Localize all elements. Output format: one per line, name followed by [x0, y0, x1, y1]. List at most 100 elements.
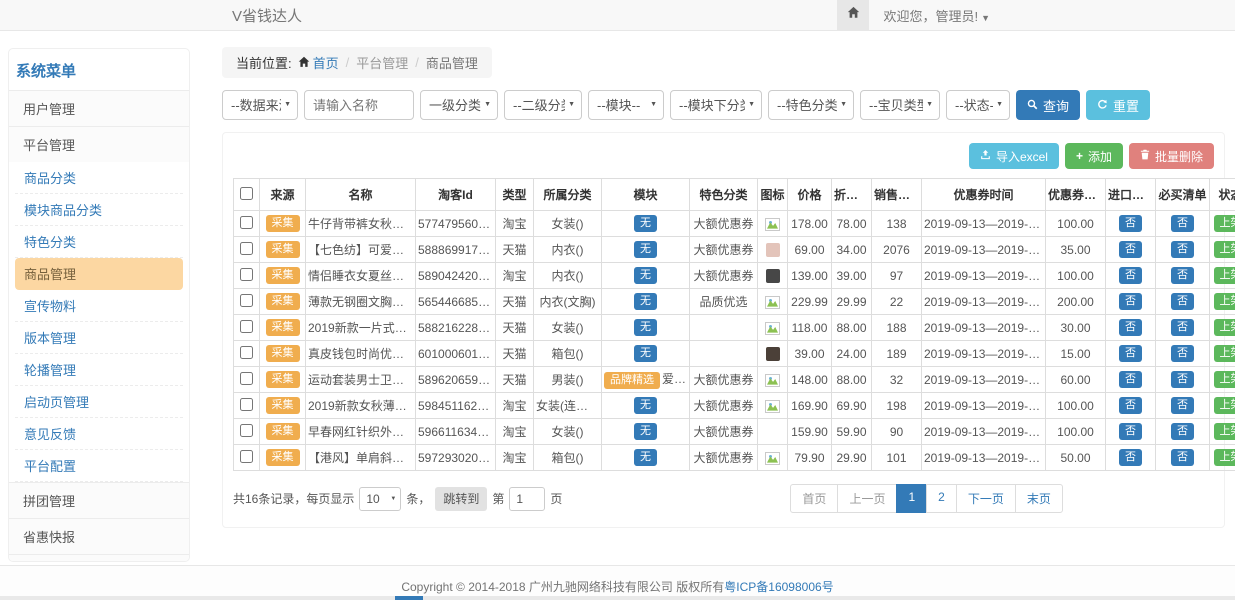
filter-data-source-select[interactable]: --数据来源-- [222, 90, 298, 120]
horizontal-scrollbar-thumb[interactable] [395, 596, 423, 600]
must-buy-badge[interactable]: 否 [1171, 423, 1194, 440]
imported-badge[interactable]: 否 [1119, 319, 1142, 336]
status-badge[interactable]: 上架 [1214, 423, 1235, 440]
filter-item-type-select[interactable]: --宝贝类型-- [860, 90, 940, 120]
reset-button[interactable]: 重置 [1086, 90, 1150, 120]
discount-price: 34.00 [832, 237, 872, 263]
broken-image-icon [765, 400, 780, 413]
imported-badge[interactable]: 否 [1119, 293, 1142, 310]
breadcrumb-home-link[interactable]: 首页 [313, 53, 339, 72]
select-all-checkbox[interactable] [240, 187, 253, 200]
must-buy-badge[interactable]: 否 [1171, 293, 1194, 310]
must-buy-badge[interactable]: 否 [1171, 345, 1194, 362]
page-number-input[interactable] [509, 487, 545, 511]
imported-badge[interactable]: 否 [1119, 371, 1142, 388]
category: 箱包() [534, 445, 602, 471]
col-type: 类型 [496, 179, 534, 211]
table-row: 采集【港风】单肩斜跨链条...597293020870淘宝箱包()无大额优惠券7… [234, 445, 1235, 471]
filter-status-select[interactable]: --状态-- [946, 90, 1010, 120]
horizontal-scrollbar[interactable] [0, 596, 1235, 600]
import-excel-button[interactable]: 导入excel [969, 143, 1059, 169]
row-checkbox[interactable] [240, 372, 253, 385]
sidebar-item-splash-management[interactable]: 启动页管理 [15, 386, 183, 418]
sidebar-item-group-buy-management[interactable]: 拼团管理 [9, 482, 189, 518]
imported-badge[interactable]: 否 [1119, 267, 1142, 284]
broken-image-icon [765, 218, 780, 231]
batch-delete-button[interactable]: 批量删除 [1129, 143, 1214, 169]
table-row: 采集运动套装男士卫衣初秋...589620659791天猫男装()品牌精选爱上运… [234, 367, 1235, 393]
must-buy-badge[interactable]: 否 [1171, 319, 1194, 336]
imported-badge[interactable]: 否 [1119, 449, 1142, 466]
row-checkbox[interactable] [240, 450, 253, 463]
sidebar-item-platform-config[interactable]: 平台配置 [15, 450, 183, 482]
status-badge[interactable]: 上架 [1214, 319, 1235, 336]
filter-module-select[interactable]: --模块-- [588, 90, 664, 120]
sidebar-item-platform-management[interactable]: 平台管理 [9, 126, 189, 162]
must-buy-badge[interactable]: 否 [1171, 215, 1194, 232]
coupon-time: 2019-09-13—2019-09-20 [922, 341, 1046, 367]
filter-level1-category-select[interactable]: 一级分类 [420, 90, 498, 120]
row-checkbox[interactable] [240, 216, 253, 229]
row-checkbox[interactable] [240, 242, 253, 255]
pager-next[interactable]: 下一页 [956, 484, 1016, 513]
jump-button[interactable]: 跳转到 [435, 487, 487, 511]
sidebar-item-feature-category[interactable]: 特色分类 [15, 226, 183, 258]
add-button[interactable]: +添加 [1065, 143, 1123, 169]
breadcrumb: 当前位置: 首页 / 平台管理 / 商品管理 [222, 47, 492, 78]
must-buy-badge[interactable]: 否 [1171, 397, 1194, 414]
sidebar-item-savings-news[interactable]: 省惠快报 [9, 518, 189, 554]
row-checkbox[interactable] [240, 294, 253, 307]
product-name: 牛仔背带裤女秋装减龄... [306, 211, 416, 237]
sidebar-item-message-management[interactable]: 消息管理 [9, 554, 189, 562]
imported-badge[interactable]: 否 [1119, 397, 1142, 414]
module-name: 爱上运动 [662, 372, 690, 386]
sidebar-item-promo-material[interactable]: 宣传物料 [15, 290, 183, 322]
status-badge[interactable]: 上架 [1214, 293, 1235, 310]
imported-badge[interactable]: 否 [1119, 345, 1142, 362]
row-checkbox[interactable] [240, 424, 253, 437]
pager-page-1[interactable]: 1 [896, 484, 927, 513]
sidebar-item-user-management[interactable]: 用户管理 [9, 90, 189, 126]
user-menu[interactable]: 欢迎您，管理员!▼ [883, 6, 990, 25]
status-badge[interactable]: 上架 [1214, 215, 1235, 232]
price: 79.90 [788, 445, 832, 471]
imported-badge[interactable]: 否 [1119, 423, 1142, 440]
status-badge[interactable]: 上架 [1214, 449, 1235, 466]
pager-first[interactable]: 首页 [790, 484, 838, 513]
sidebar-item-feedback[interactable]: 意见反馈 [15, 418, 183, 450]
pager-page-2[interactable]: 2 [926, 484, 957, 513]
filter-level2-category-select[interactable]: --二级分类-- [504, 90, 582, 120]
icp-link[interactable]: 粤ICP备16098006号 [724, 580, 833, 594]
must-buy-badge[interactable]: 否 [1171, 449, 1194, 466]
sidebar-item-product-category[interactable]: 商品分类 [15, 162, 183, 194]
home-button[interactable] [837, 0, 869, 30]
category: 女装(连衣裙) [534, 393, 602, 419]
status-badge[interactable]: 上架 [1214, 267, 1235, 284]
sidebar-item-carousel-management[interactable]: 轮播管理 [15, 354, 183, 386]
row-checkbox[interactable] [240, 346, 253, 359]
status-badge[interactable]: 上架 [1214, 241, 1235, 258]
name-search-input[interactable] [304, 90, 414, 120]
row-checkbox[interactable] [240, 320, 253, 333]
imported-badge[interactable]: 否 [1119, 241, 1142, 258]
must-buy-badge[interactable]: 否 [1171, 267, 1194, 284]
sidebar-item-product-management[interactable]: 商品管理 [15, 258, 183, 290]
sidebar-item-module-product-category[interactable]: 模块商品分类 [15, 194, 183, 226]
sidebar-item-version-management[interactable]: 版本管理 [15, 322, 183, 354]
pager-last[interactable]: 末页 [1015, 484, 1063, 513]
coupon-time: 2019-09-13—2019-09-17 [922, 393, 1046, 419]
status-badge[interactable]: 上架 [1214, 371, 1235, 388]
filter-module-subcategory-select[interactable]: --模块下分类-- [670, 90, 762, 120]
must-buy-badge[interactable]: 否 [1171, 371, 1194, 388]
status-badge[interactable]: 上架 [1214, 345, 1235, 362]
row-checkbox[interactable] [240, 268, 253, 281]
imported-badge[interactable]: 否 [1119, 215, 1142, 232]
filter-feature-category-select[interactable]: --特色分类-- [768, 90, 854, 120]
pager-prev[interactable]: 上一页 [837, 484, 897, 513]
records-count-text: 共16条记录，每页显示 [233, 490, 354, 507]
per-page-select[interactable]: 10 [359, 487, 401, 511]
row-checkbox[interactable] [240, 398, 253, 411]
status-badge[interactable]: 上架 [1214, 397, 1235, 414]
search-button[interactable]: 查询 [1016, 90, 1080, 120]
must-buy-badge[interactable]: 否 [1171, 241, 1194, 258]
